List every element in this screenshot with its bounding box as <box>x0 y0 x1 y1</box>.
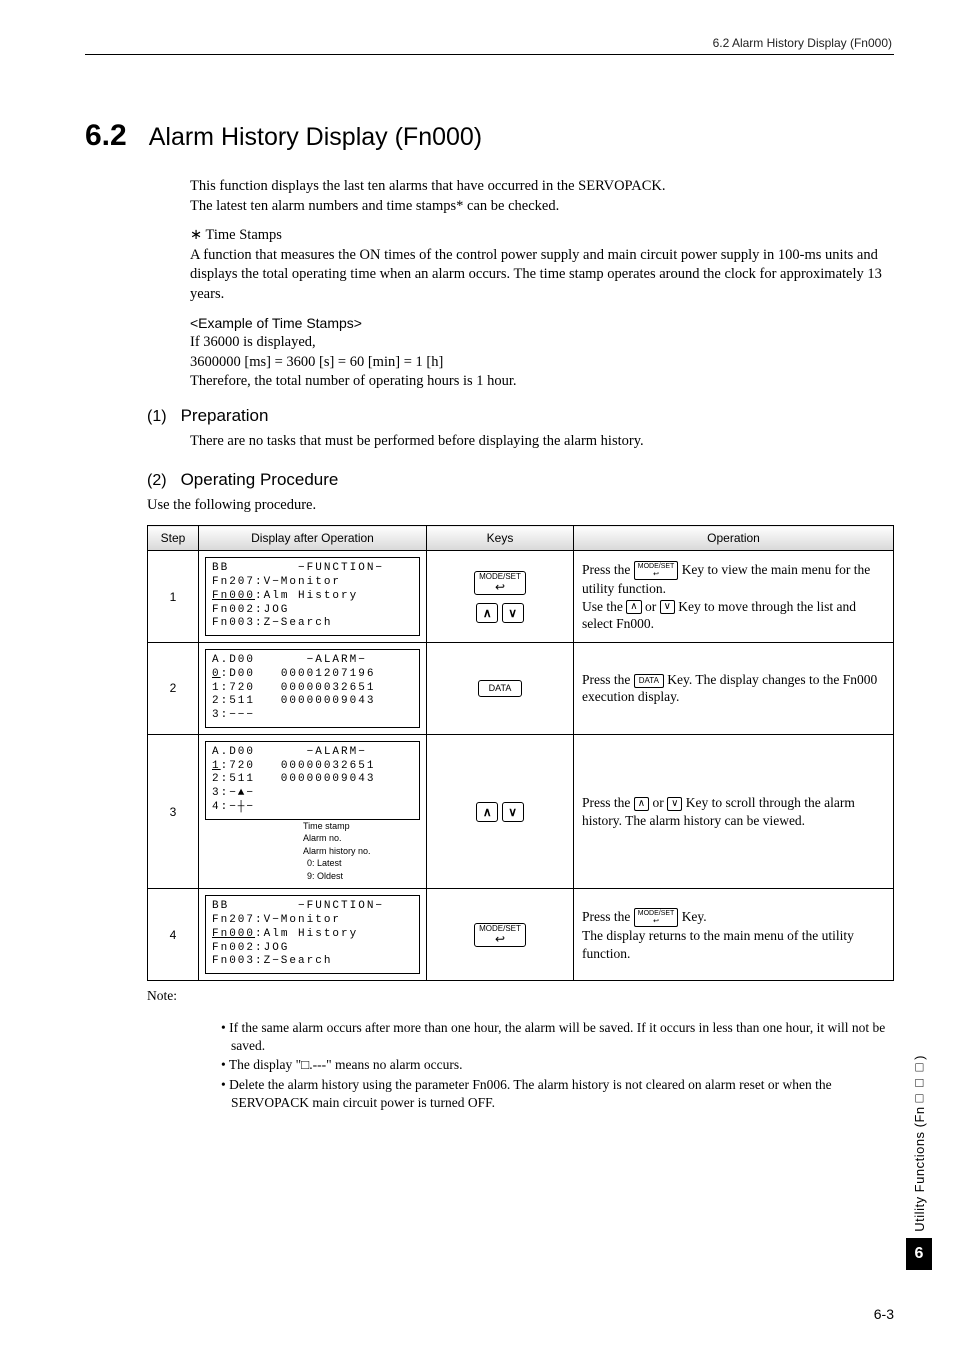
subheading-1-title: Preparation <box>181 406 269 426</box>
th-display: Display after Operation <box>199 526 427 551</box>
up-key-icon: ∧ <box>634 797 649 811</box>
display-cell: A.D00 −ALARM− 0:D00 00001207196 1:720 00… <box>199 643 427 735</box>
page-header: 6.2 Alarm History Display (Fn000) <box>85 36 894 50</box>
table-row: 4 BB −FUNCTION− Fn207:V−Monitor Fn000:Al… <box>148 889 894 981</box>
op-cell: Press the MODE/SET↩ Key. The display ret… <box>574 889 894 981</box>
display-box: A.D00 −ALARM− 0:D00 00001207196 1:720 00… <box>205 649 420 728</box>
sub2-body: Use the following procedure. <box>147 497 316 513</box>
modeset-key-icon: MODE/SET↩ <box>634 908 679 927</box>
down-key-icon: ∨ <box>660 600 675 614</box>
annotation-block: Time stamp Alarm no. Alarm history no. 0… <box>205 820 420 883</box>
procedure-table: Step Display after Operation Keys Operat… <box>147 525 894 981</box>
side-tab: Utility Functions (Fn□□□) 6 <box>906 1055 932 1270</box>
op-cell: Press the DATA Key. The display changes … <box>574 643 894 735</box>
display-cell: BB −FUNCTION− Fn207:V−Monitor Fn000:Alm … <box>199 889 427 981</box>
modeset-key-icon: MODE/SET↩ <box>634 561 679 580</box>
example-l3: Therefore, the total number of operating… <box>190 372 894 392</box>
up-key-icon: ∧ <box>476 603 498 623</box>
display-box: BB −FUNCTION− Fn207:V−Monitor Fn000:Alm … <box>205 557 420 636</box>
th-step: Step <box>148 526 199 551</box>
display-box: BB −FUNCTION− Fn207:V−Monitor Fn000:Alm … <box>205 895 420 974</box>
page-number: 6-3 <box>874 1306 894 1322</box>
subheading-2-title: Operating Procedure <box>181 470 339 490</box>
display-cell: BB −FUNCTION− Fn207:V−Monitor Fn000:Alm … <box>199 551 427 643</box>
display-cell: A.D00 −ALARM− 1:720 00000032651 2:511 00… <box>199 734 427 889</box>
th-keys: Keys <box>427 526 574 551</box>
sub2-body-wrap: Use the following procedure. Step Displa… <box>147 496 894 1113</box>
section-title: Alarm History Display (Fn000) <box>149 123 482 152</box>
chapter-number-box: 6 <box>906 1238 932 1270</box>
step-cell: 3 <box>148 734 199 889</box>
keys-cell: MODE/SET ↩ ∧ ∨ <box>427 551 574 643</box>
keys-cell: ∧ ∨ <box>427 734 574 889</box>
data-key-icon: DATA <box>634 674 664 688</box>
data-key-icon: DATA <box>478 680 523 697</box>
section-number: 6.2 <box>85 119 127 153</box>
up-key-icon: ∧ <box>626 600 641 614</box>
example-l1: If 36000 is displayed, <box>190 333 894 353</box>
step-cell: 2 <box>148 643 199 735</box>
note-item: If the same alarm occurs after more than… <box>221 1019 894 1055</box>
note-item: Delete the alarm history using the param… <box>221 1076 894 1112</box>
intro-p2: The latest ten alarm numbers and time st… <box>190 197 894 217</box>
keys-cell: MODE/SET ↩ <box>427 889 574 981</box>
side-tab-text: Utility Functions (Fn□□□) <box>912 1055 927 1232</box>
intro-p1: This function displays the last ten alar… <box>190 177 894 197</box>
th-op: Operation <box>574 526 894 551</box>
subheading-2-num: (2) <box>147 472 167 490</box>
table-row: 3 A.D00 −ALARM− 1:720 00000032651 2:511 … <box>148 734 894 889</box>
timestamp-label: ∗ Time Stamps <box>190 226 894 246</box>
section-heading: 6.2 Alarm History Display (Fn000) <box>85 119 894 153</box>
down-key-icon: ∨ <box>667 797 682 811</box>
sub1-body: There are no tasks that must be performe… <box>190 432 894 452</box>
table-row: 2 A.D00 −ALARM− 0:D00 00001207196 1:720 … <box>148 643 894 735</box>
display-box: A.D00 −ALARM− 1:720 00000032651 2:511 00… <box>205 741 420 820</box>
header-rule <box>85 54 894 55</box>
subheading-1: (1) Preparation <box>147 406 894 426</box>
note-item: The display "□.---" means no alarm occur… <box>221 1056 894 1074</box>
subheading-2: (2) Operating Procedure <box>147 470 894 490</box>
intro-block: This function displays the last ten alar… <box>190 177 894 392</box>
example-title: <Example of Time Stamps> <box>190 314 894 333</box>
note-list: If the same alarm occurs after more than… <box>181 1019 894 1112</box>
down-key-icon: ∨ <box>502 802 524 822</box>
step-cell: 1 <box>148 551 199 643</box>
op-cell: Press the ∧ or ∨ Key to scroll through t… <box>574 734 894 889</box>
note-label: Note: <box>147 987 894 1005</box>
up-key-icon: ∧ <box>476 802 498 822</box>
step-cell: 4 <box>148 889 199 981</box>
subheading-1-num: (1) <box>147 408 167 426</box>
example-l2: 3600000 [ms] = 3600 [s] = 60 [min] = 1 [… <box>190 353 894 373</box>
modeset-key-icon: MODE/SET ↩ <box>474 571 526 595</box>
op-cell: Press the MODE/SET↩ Key to view the main… <box>574 551 894 643</box>
table-row: 1 BB −FUNCTION− Fn207:V−Monitor Fn000:Al… <box>148 551 894 643</box>
keys-cell: DATA <box>427 643 574 735</box>
modeset-key-icon: MODE/SET ↩ <box>474 923 526 947</box>
down-key-icon: ∨ <box>502 603 524 623</box>
timestamp-body: A function that measures the ON times of… <box>190 246 894 305</box>
